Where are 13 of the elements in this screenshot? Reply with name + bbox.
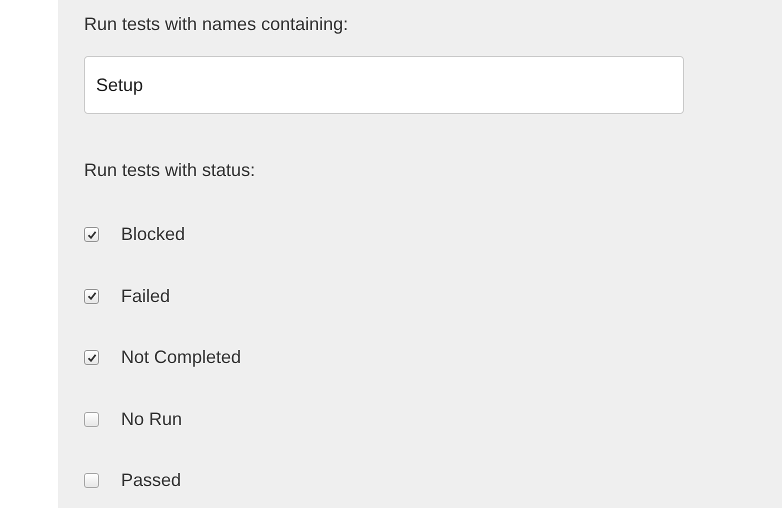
checkbox-label: Blocked <box>121 224 186 246</box>
checkbox[interactable] <box>84 412 99 427</box>
checkbox-label: No Run <box>121 408 182 430</box>
field-label: Run tests with names containing: <box>84 13 350 36</box>
checkbox[interactable] <box>84 227 99 242</box>
checkbox[interactable] <box>84 473 99 488</box>
checkbox[interactable] <box>84 288 99 304</box>
checkbox-label: Passed <box>121 470 182 492</box>
field-label: Run tests with status: <box>84 159 256 182</box>
checkbox-label: Not Completed <box>121 347 242 368</box>
checkbox[interactable] <box>84 350 99 366</box>
checkbox-label: Failed <box>121 286 170 307</box>
name-input-field[interactable]: Setup <box>84 56 684 114</box>
